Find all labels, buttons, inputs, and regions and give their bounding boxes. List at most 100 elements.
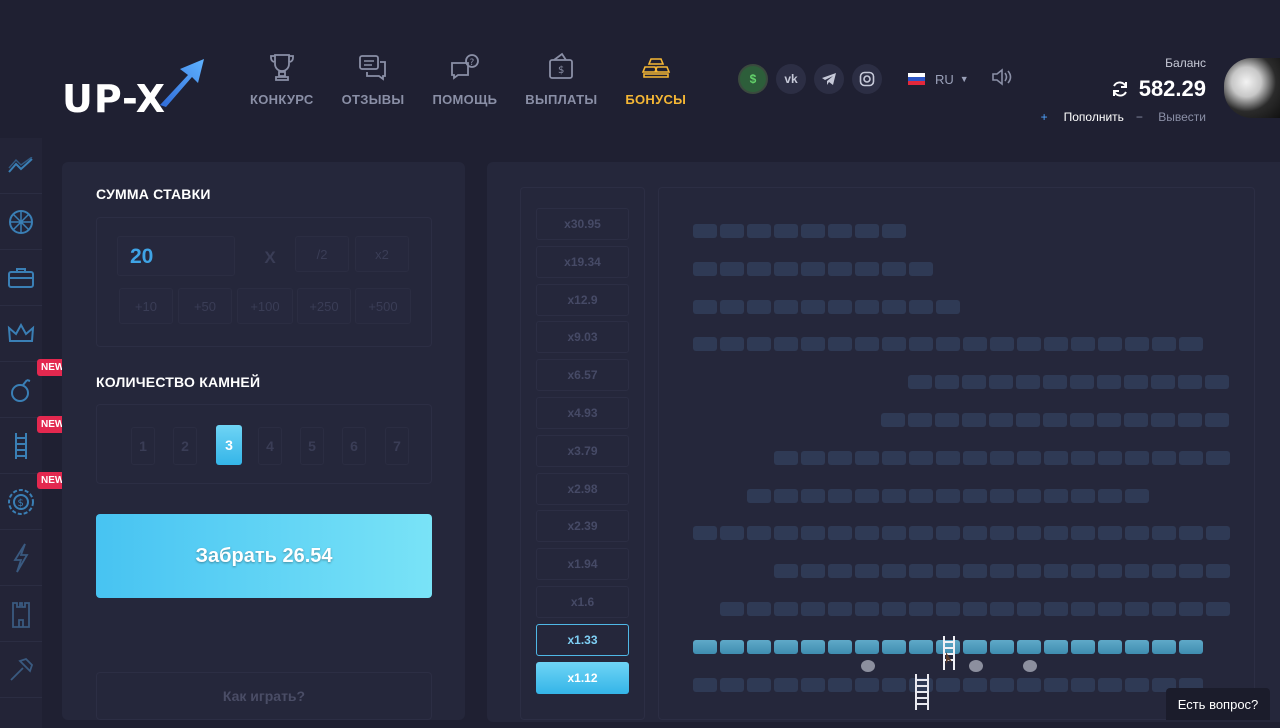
stone-icon (969, 660, 983, 672)
ladder-step (801, 488, 825, 503)
ladder-step (693, 526, 717, 541)
sidebar-item-bomb[interactable] (0, 362, 42, 418)
ladder-step (1124, 413, 1148, 427)
nav-contest[interactable]: КОНКУРС (250, 50, 314, 107)
case-icon (8, 267, 34, 288)
logo[interactable]: UP-X (62, 55, 212, 125)
ladder-step[interactable] (747, 639, 771, 654)
bet-amount-input[interactable]: 20 (117, 236, 235, 276)
ladder-step[interactable] (801, 639, 825, 654)
ladder-step (828, 261, 852, 276)
ladder-step[interactable] (1152, 639, 1176, 654)
ladder-step[interactable] (1071, 639, 1095, 654)
cashout-button[interactable]: Забрать 26.54 (96, 514, 432, 598)
ladder-step (828, 488, 852, 503)
avatar[interactable] (1224, 58, 1280, 118)
nav-label: ПОМОЩЬ (432, 92, 498, 107)
ladder-step[interactable] (1044, 639, 1068, 654)
sidebar-item-cases[interactable] (0, 250, 42, 306)
chevron-down-icon: ▼ (959, 74, 969, 84)
refresh-icon[interactable] (1111, 80, 1129, 98)
ladder-step (828, 602, 852, 616)
ladder-step[interactable] (828, 639, 852, 654)
sound-icon[interactable] (991, 67, 1013, 91)
instagram-icon[interactable] (852, 64, 882, 94)
stones-count-title: КОЛИЧЕСТВО КАМНЕЙ (96, 374, 261, 390)
quick-add-button[interactable]: +100 (237, 288, 293, 324)
ladder-step (1017, 337, 1041, 352)
ladder-step (1044, 450, 1068, 465)
nav-label: КОНКУРС (250, 92, 314, 107)
help-chat-button[interactable]: Есть вопрос? (1166, 688, 1270, 720)
ladder-step[interactable] (693, 639, 717, 654)
ladder-step (855, 564, 879, 579)
ladder-step[interactable] (963, 639, 987, 654)
stones-option[interactable]: 6 (342, 427, 366, 465)
ladder-step[interactable] (855, 639, 879, 654)
ladder-step[interactable] (720, 639, 744, 654)
withdraw-link[interactable]: − Вывести (1136, 110, 1206, 124)
ladder-step[interactable] (774, 639, 798, 654)
ladder-step (936, 677, 960, 692)
stones-option[interactable]: 2 (173, 427, 197, 465)
ladder-step[interactable] (1179, 639, 1203, 654)
ladder-step[interactable] (1017, 639, 1041, 654)
ladder-step[interactable] (990, 639, 1014, 654)
ladder-step (1152, 337, 1176, 352)
stones-option[interactable]: 7 (385, 427, 409, 465)
deposit-link[interactable]: + Пополнить (1029, 110, 1124, 124)
sidebar-item-wheel[interactable] (0, 194, 42, 250)
ladder-step[interactable] (1098, 639, 1122, 654)
quick-add-button[interactable]: +10 (119, 288, 173, 324)
clear-bet-button[interactable]: X (245, 240, 295, 276)
ladder-step (990, 488, 1014, 503)
ladder-step (1098, 602, 1122, 616)
multiplier-column: x30.95 x19.34 x12.9 x9.03 x6.57 x4.93 x3.79 x2.… (520, 187, 645, 720)
sidebar-item-tower[interactable] (0, 586, 42, 642)
nav-bonuses[interactable]: БОНУСЫ (625, 50, 686, 107)
ladder-step (855, 224, 879, 238)
nav-reviews[interactable]: ОТЗЫВЫ (342, 50, 405, 107)
ladder-step[interactable] (882, 639, 906, 654)
ladder-step (909, 602, 933, 616)
nav-help[interactable]: ? ПОМОЩЬ (432, 50, 497, 107)
ladder-step[interactable] (1125, 639, 1149, 654)
ladder-step (1206, 526, 1230, 541)
nav-payouts[interactable]: $ ВЫПЛАТЫ (525, 50, 597, 107)
sidebar-item-coin[interactable]: $ (0, 474, 42, 530)
quick-add-button[interactable]: +250 (297, 288, 351, 324)
quick-add-button[interactable]: +500 (355, 288, 411, 324)
double-bet-button[interactable]: x2 (355, 236, 409, 272)
dollar-icon[interactable]: $ (738, 64, 768, 94)
multiplier-step: x30.95 (536, 208, 629, 240)
stones-option[interactable]: 1 (131, 427, 155, 465)
stones-option-selected[interactable]: 3 (216, 425, 242, 465)
half-bet-button[interactable]: /2 (295, 236, 349, 272)
sidebar-item-ladder[interactable] (0, 418, 42, 474)
sidebar-item-hammer[interactable] (0, 642, 42, 698)
player-ladder-icon (943, 636, 955, 670)
bet-amount-box: 20 X /2 x2 +10 +50 +100 +250 +500 (96, 217, 432, 347)
ladder-step (774, 450, 798, 465)
ladder-step (1152, 450, 1176, 465)
ladder-step (720, 337, 744, 352)
sidebar-item-crash[interactable] (0, 138, 42, 194)
vk-icon[interactable]: vk (776, 64, 806, 94)
ladder-step (1017, 526, 1041, 541)
ladder-step (936, 299, 960, 314)
quick-add-button[interactable]: +50 (178, 288, 232, 324)
ladder-step (881, 413, 905, 427)
ladder-step (1205, 413, 1229, 427)
ladder-step (828, 337, 852, 352)
telegram-icon[interactable] (814, 64, 844, 94)
sidebar-item-crown[interactable] (0, 306, 42, 362)
stones-option[interactable]: 5 (300, 427, 324, 465)
ladder-step (882, 677, 906, 692)
how-to-play-button[interactable]: Как играть? (96, 672, 432, 720)
ladder-step[interactable] (909, 639, 933, 654)
ladder-step (1179, 526, 1203, 541)
language-select[interactable]: RU ▼ (908, 72, 969, 87)
stones-option[interactable]: 4 (258, 427, 282, 465)
ladder-step (936, 564, 960, 579)
sidebar-item-lightning[interactable] (0, 530, 42, 586)
